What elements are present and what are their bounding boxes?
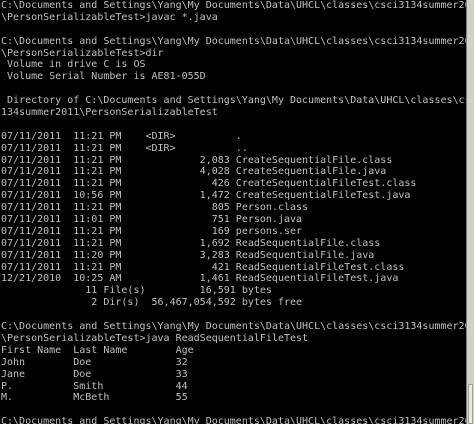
command-prompt-window[interactable]: C:\Documents and Settings\Yang\My Docume… [0, 0, 474, 424]
console-line: 134summer2011\PersonSerializableTest [1, 107, 218, 119]
console-line: 07/11/2011 11:21 PM 805 Person.class [1, 202, 309, 214]
console-line: \PersonSerializableTest>java ReadSequent… [1, 332, 309, 344]
console-line: John Doe 32 [1, 356, 188, 368]
console-line: Volume Serial Number is AE81-055D [1, 71, 206, 83]
console-line: 07/11/2011 11:21 PM <DIR> .. [1, 142, 248, 154]
vertical-scrollbar[interactable] [466, 0, 474, 424]
console-line: 07/11/2011 11:20 PM 3,283 ReadSequential… [1, 249, 375, 261]
console-line: Directory of C:\Documents and Settings\Y… [1, 95, 466, 107]
console-line: Volume in drive C is OS [1, 59, 146, 71]
console-line: 2 Dir(s) 56,467,054,592 bytes free [1, 297, 303, 309]
console-line: 07/11/2011 10:56 PM 1,472 CreateSequenti… [1, 190, 411, 202]
console-line: 11 File(s) 16,591 bytes [1, 285, 272, 297]
console-line: C:\Documents and Settings\Yang\My Docume… [1, 416, 466, 424]
console-line: 07/11/2011 11:21 PM 4,028 CreateSequenti… [1, 166, 387, 178]
console-line: 07/11/2011 11:21 PM 2,083 CreateSequenti… [1, 154, 393, 166]
console-line: 07/11/2011 11:01 PM 751 Person.java [1, 214, 303, 226]
console-line: P. Smith 44 [1, 380, 188, 392]
console-line: M. McBeth 55 [1, 392, 188, 404]
console-line: Jane Doe 33 [1, 368, 188, 380]
console-line: \PersonSerializableTest>dir [1, 47, 164, 59]
console-line: 07/11/2011 11:21 PM 169 persons.ser [1, 225, 303, 237]
console-line: 07/11/2011 11:21 PM 1,692 ReadSequential… [1, 237, 381, 249]
console-line: 12/21/2010 10:25 AM 1,461 ReadSequential… [1, 273, 399, 285]
console-output: C:\Documents and Settings\Yang\My Docume… [0, 0, 466, 424]
console-line: C:\Documents and Settings\Yang\My Docume… [1, 35, 466, 47]
console-line: 07/11/2011 11:21 PM 426 CreateSequential… [1, 178, 417, 190]
console-line: C:\Documents and Settings\Yang\My Docume… [1, 321, 466, 333]
scrollbar-thumb[interactable] [468, 384, 473, 424]
console-line: First Name Last Name Age [1, 344, 194, 356]
console-line: 07/11/2011 11:21 PM 421 ReadSequentialFi… [1, 261, 405, 273]
console-line: 07/11/2011 11:21 PM <DIR> . [1, 130, 242, 142]
console-line: C:\Documents and Settings\Yang\My Docume… [1, 0, 466, 11]
console-line: \PersonSerializableTest>javac *.java [1, 11, 218, 23]
